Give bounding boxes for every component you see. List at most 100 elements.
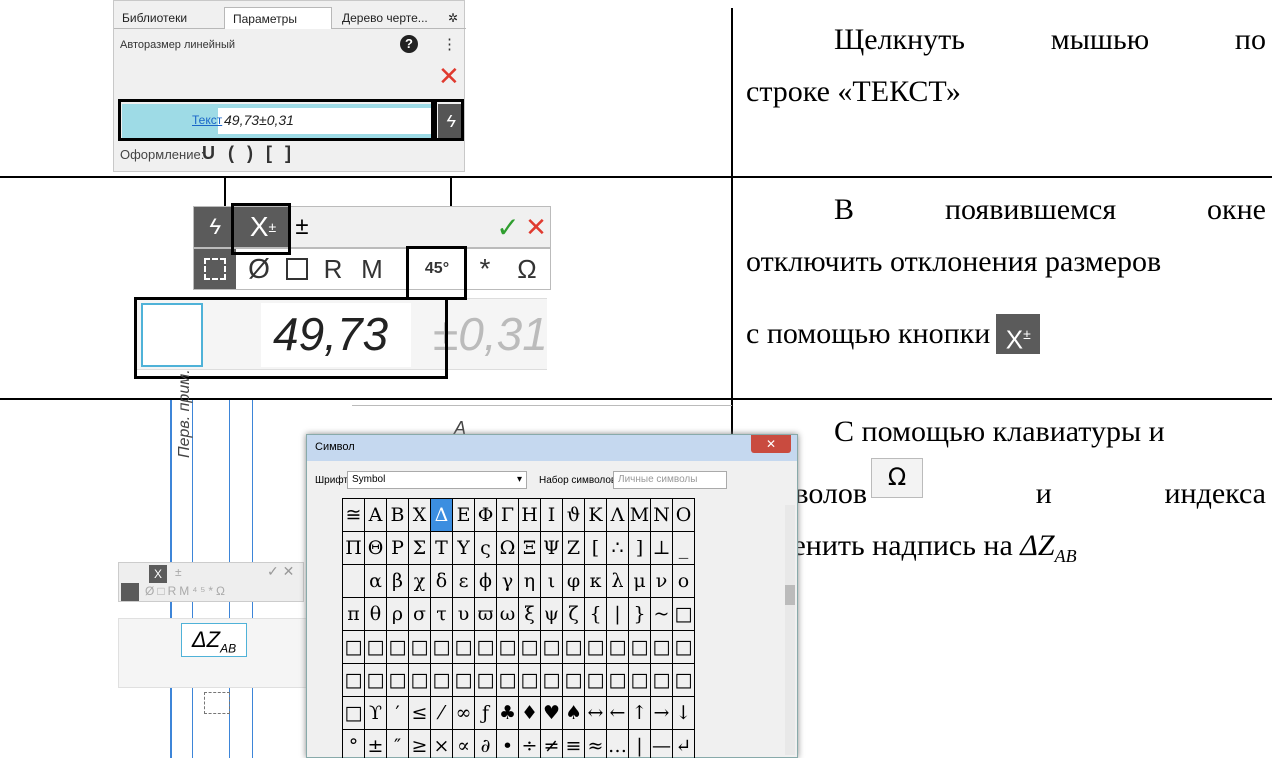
symbol-cell[interactable]: — <box>650 729 673 758</box>
symbol-cell[interactable]: Ξ <box>518 531 541 565</box>
symbol-cell[interactable]: Π <box>342 531 365 565</box>
font-select[interactable]: Symbol ▾ <box>347 471 527 489</box>
symbol-cell[interactable]: _ <box>672 531 695 565</box>
symbol-cell[interactable]: ξ <box>518 597 541 631</box>
symbol-cell[interactable]: ⊥ <box>650 531 673 565</box>
symbol-cell[interactable]: φ <box>562 564 585 598</box>
symbol-cell[interactable]: ∂ <box>474 729 497 758</box>
edited-value[interactable]: ΔZAB <box>181 623 247 657</box>
x-tolerance-button[interactable]: X <box>149 565 167 583</box>
symbol-cell[interactable] <box>342 564 365 598</box>
symbol-cell[interactable]: … <box>606 729 629 758</box>
select-frame-icon[interactable] <box>194 249 236 289</box>
symbol-cell[interactable]: ↔ <box>584 696 607 730</box>
symbol-cell[interactable]: □ <box>650 630 673 664</box>
symbol-cell[interactable]: ° <box>342 729 365 758</box>
tab-drawing-tree[interactable]: Дерево черте... <box>334 7 444 29</box>
tree-icon[interactable]: ⋮ <box>442 35 457 53</box>
symbol-cell[interactable]: α <box>364 564 387 598</box>
symbol-cell[interactable]: M <box>628 498 651 532</box>
symbol-cell[interactable]: ♠ <box>562 696 585 730</box>
symbol-cell[interactable]: I <box>540 498 563 532</box>
symbol-cell[interactable]: □ <box>518 663 541 697</box>
symbol-cell[interactable]: ] <box>628 531 651 565</box>
symbol-cell[interactable]: □ <box>342 696 365 730</box>
symbol-cell[interactable]: □ <box>628 663 651 697</box>
symbol-cell[interactable]: □ <box>672 663 695 697</box>
symbol-cell[interactable]: ≤ <box>408 696 431 730</box>
symbol-cell[interactable]: P <box>386 531 409 565</box>
close-icon[interactable]: ✕ <box>438 63 460 89</box>
symbol-cell[interactable]: • <box>496 729 519 758</box>
symbol-cell[interactable]: Γ <box>496 498 519 532</box>
square-button[interactable] <box>280 249 314 289</box>
symbol-cell[interactable]: □ <box>584 630 607 664</box>
plus-minus-button[interactable]: ± <box>290 207 314 247</box>
symbol-cell[interactable]: β <box>386 564 409 598</box>
symbol-cell[interactable]: H <box>518 498 541 532</box>
symbol-cell[interactable]: Λ <box>606 498 629 532</box>
close-icon[interactable]: ✕ <box>522 207 550 247</box>
symbol-cell[interactable]: □ <box>518 630 541 664</box>
symbol-cell[interactable]: □ <box>452 663 475 697</box>
symbol-cell[interactable]: ν <box>650 564 673 598</box>
symbol-cell[interactable]: ♦ <box>518 696 541 730</box>
symbol-cell[interactable]: ε <box>452 564 475 598</box>
symbol-cell[interactable]: □ <box>342 663 365 697</box>
symbol-cell[interactable]: } <box>628 597 651 631</box>
symbol-cell[interactable]: ∴ <box>606 531 629 565</box>
symbol-cell[interactable]: ↑ <box>628 696 651 730</box>
symbol-cell[interactable]: Ω <box>496 531 519 565</box>
metric-button[interactable]: M <box>352 249 392 289</box>
symbol-cell[interactable]: ↵ <box>672 729 695 758</box>
symbol-cell[interactable]: ≡ <box>562 729 585 758</box>
tab-parameters[interactable]: Параметры <box>224 7 332 29</box>
tab-libraries[interactable]: Библиотеки <box>114 7 224 29</box>
symbol-cell[interactable]: Σ <box>408 531 431 565</box>
symbol-cell[interactable]: π <box>342 597 365 631</box>
symbol-cell[interactable]: E <box>452 498 475 532</box>
symbol-cell[interactable]: [ <box>584 531 607 565</box>
symbol-cell[interactable]: □ <box>364 630 387 664</box>
symbol-cell[interactable]: τ <box>430 597 453 631</box>
symbol-cell[interactable]: ± <box>364 729 387 758</box>
symbol-cell[interactable]: | <box>628 729 651 758</box>
symbol-cell[interactable]: { <box>584 597 607 631</box>
select-frame-icon[interactable] <box>121 583 139 601</box>
symbol-cell[interactable]: □ <box>562 630 585 664</box>
symbol-cell[interactable]: ∞ <box>452 696 475 730</box>
symbol-cell[interactable]: □ <box>584 663 607 697</box>
scrollbar[interactable] <box>785 505 795 755</box>
symbol-cell[interactable]: ÷ <box>518 729 541 758</box>
symbol-cell[interactable]: ϑ <box>562 498 585 532</box>
lightning-icon[interactable]: ϟ <box>194 207 236 247</box>
symbol-cell[interactable]: K <box>584 498 607 532</box>
check-icon[interactable]: ✓ ✕ <box>267 563 294 580</box>
symbol-cell[interactable]: □ <box>606 630 629 664</box>
symbol-cell[interactable]: Δ <box>430 498 453 532</box>
symbol-cell[interactable]: ς <box>474 531 497 565</box>
symbol-cell[interactable]: □ <box>628 630 651 664</box>
symbol-cell[interactable]: □ <box>408 663 431 697</box>
symbol-cell[interactable]: □ <box>496 663 519 697</box>
symbol-cell[interactable]: □ <box>672 630 695 664</box>
symbol-cell[interactable]: → <box>650 696 673 730</box>
symbol-cell[interactable]: Z <box>562 531 585 565</box>
design-icons[interactable]: U ( ) [ ] <box>202 143 295 164</box>
symbol-cell[interactable]: δ <box>430 564 453 598</box>
symbol-cell[interactable]: ← <box>606 696 629 730</box>
symbol-cell[interactable]: θ <box>364 597 387 631</box>
symbol-cell[interactable]: σ <box>408 597 431 631</box>
symbol-cell[interactable]: ~ <box>650 597 673 631</box>
symbol-cell[interactable]: □ <box>562 663 585 697</box>
symbol-cell[interactable]: ω <box>496 597 519 631</box>
symbol-cell[interactable]: X <box>408 498 431 532</box>
symbol-cell[interactable]: □ <box>452 630 475 664</box>
symbol-cell[interactable]: η <box>518 564 541 598</box>
symbol-cell[interactable]: κ <box>584 564 607 598</box>
symbol-cell[interactable]: υ <box>452 597 475 631</box>
omega-button[interactable]: Ω <box>506 249 548 289</box>
symbol-cell[interactable]: □ <box>430 663 453 697</box>
symbol-cell[interactable]: | <box>606 597 629 631</box>
symbol-cell[interactable]: □ <box>408 630 431 664</box>
